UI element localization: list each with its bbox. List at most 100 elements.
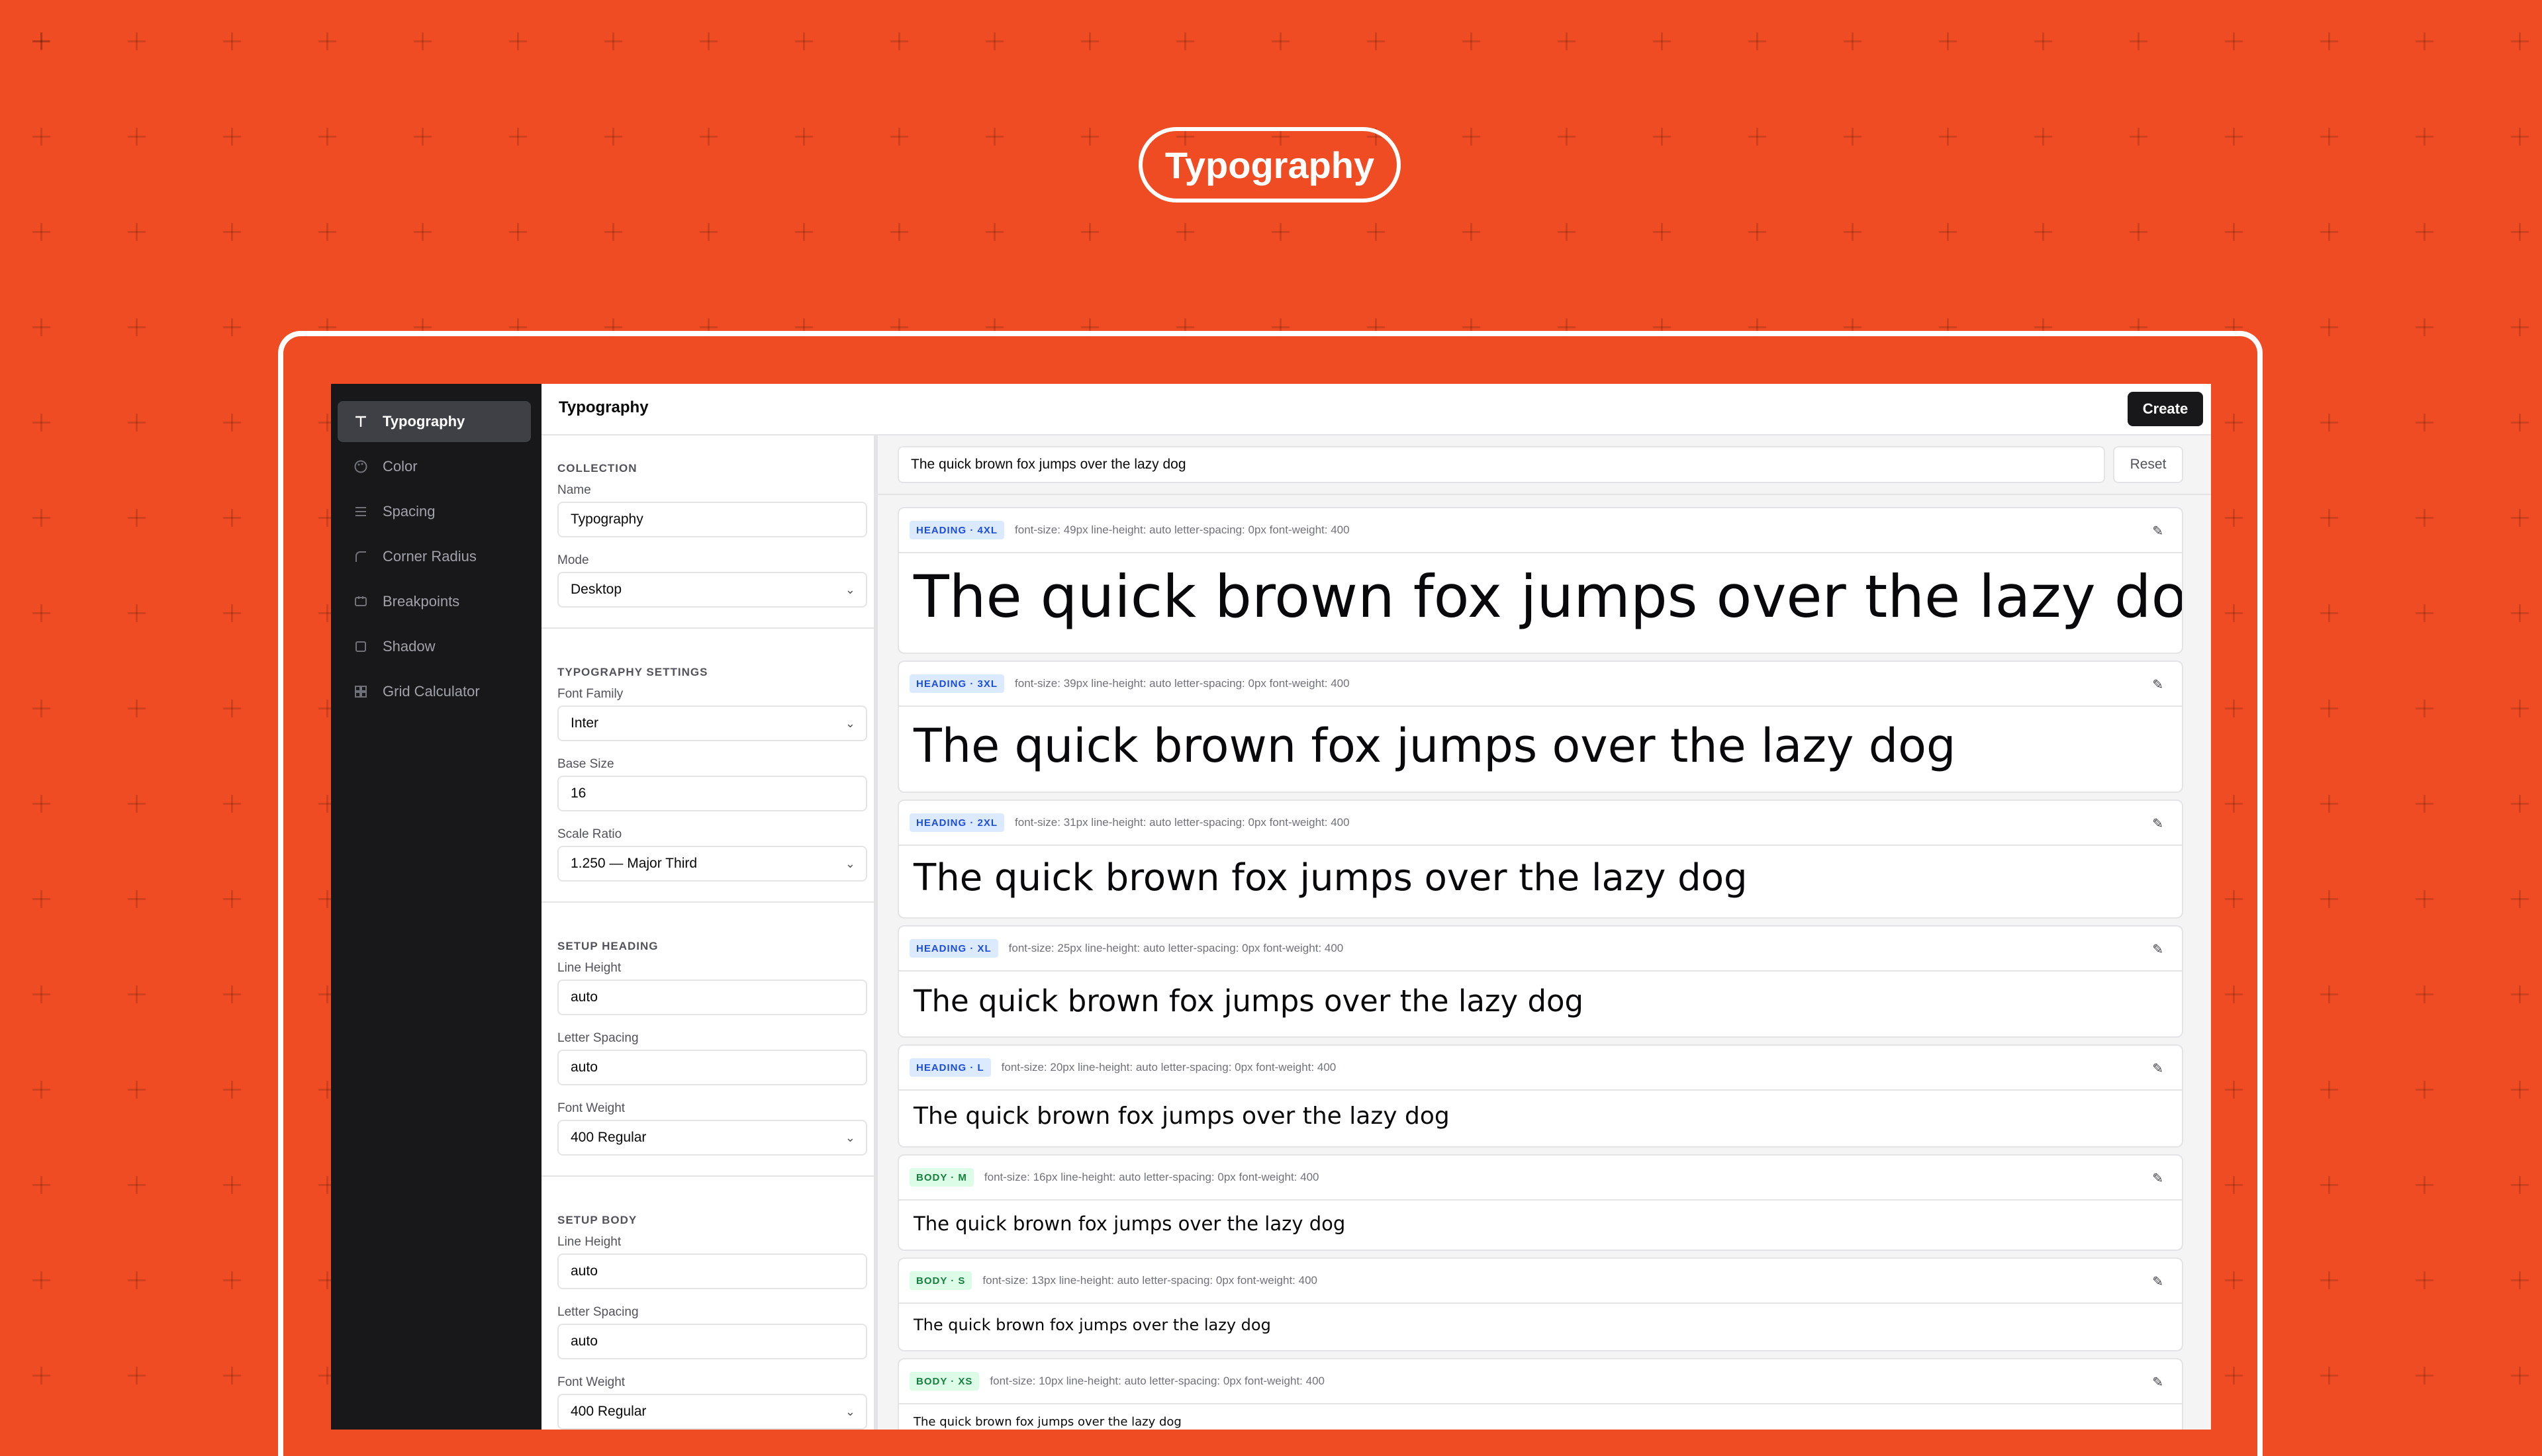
card-header: BODY · XS font-size: 10px line-height: a… — [899, 1359, 2182, 1404]
style-meta: font-size: 31px line-height: auto letter… — [1015, 816, 1350, 829]
sample-preview: The quick brown fox jumps over the lazy … — [914, 563, 2183, 631]
style-badge: BODY · M — [910, 1168, 974, 1187]
sample-preview: The quick brown fox jumps over the lazy … — [914, 1415, 1182, 1429]
card-header: HEADING · XL font-size: 25px line-height… — [899, 927, 2182, 972]
corner-radius-icon — [352, 548, 369, 565]
heading-line-height-field[interactable]: auto — [557, 979, 867, 1015]
style-badge: HEADING · 2XL — [910, 813, 1005, 832]
divider — [541, 627, 874, 629]
body-letter-spacing-value: auto — [571, 1334, 598, 1349]
reset-button[interactable]: Reset — [2113, 446, 2183, 483]
pencil-icon[interactable]: ✎ — [2152, 1273, 2163, 1290]
card-header: HEADING · 3XL font-size: 39px line-heigh… — [899, 662, 2182, 707]
name-value: Typography — [571, 512, 643, 527]
type-card-body-s: BODY · S font-size: 13px line-height: au… — [898, 1257, 2183, 1351]
style-badge: HEADING · XL — [910, 939, 998, 958]
style-badge: HEADING · 4XL — [910, 521, 1005, 539]
type-card-body-m: BODY · M font-size: 16px line-height: au… — [898, 1154, 2183, 1251]
sample-text-value: The quick brown fox jumps over the lazy … — [911, 457, 1186, 472]
base-size-value: 16 — [571, 786, 587, 801]
sidebar-item-grid-calculator[interactable]: Grid Calculator — [338, 671, 531, 712]
spacing-icon — [352, 503, 369, 520]
type-card-heading-xl: HEADING · XL font-size: 25px line-height… — [898, 925, 2183, 1038]
sidebar-item-label: Breakpoints — [383, 593, 460, 610]
sample-preview: The quick brown fox jumps over the lazy … — [914, 983, 1584, 1019]
scale-ratio-value: 1.250 — Major Third — [571, 856, 698, 871]
style-meta: font-size: 16px line-height: auto letter… — [984, 1171, 1319, 1183]
heading-line-height-label: Line Height — [557, 961, 622, 975]
heading-font-weight-value: 400 Regular — [571, 1130, 647, 1145]
pencil-icon[interactable]: ✎ — [2152, 1374, 2163, 1390]
card-header: HEADING · 4XL font-size: 49px line-heigh… — [899, 508, 2182, 553]
create-button[interactable]: Create — [2128, 392, 2203, 426]
font-family-label: Font Family — [557, 687, 624, 701]
section-title-typography-settings: TYPOGRAPHY SETTINGS — [557, 666, 708, 678]
body-letter-spacing-field[interactable]: auto — [557, 1324, 867, 1359]
card-header: BODY · M font-size: 16px line-height: au… — [899, 1156, 2182, 1201]
sidebar-item-spacing[interactable]: Spacing — [338, 491, 531, 532]
mode-label: Mode — [557, 553, 589, 567]
style-meta: font-size: 20px line-height: auto letter… — [1001, 1061, 1337, 1073]
sample-preview: The quick brown fox jumps over the lazy … — [914, 1316, 1271, 1334]
breakpoints-icon — [352, 593, 369, 610]
body-line-height-field[interactable]: auto — [557, 1253, 867, 1289]
sample-preview: The quick brown fox jumps over the lazy … — [914, 1212, 1346, 1235]
settings-panel: COLLECTION Name Typography Mode Desktop ⌄… — [541, 435, 878, 1430]
scale-ratio-select[interactable]: 1.250 — Major Third ⌄ — [557, 846, 867, 882]
body-line-height-label: Line Height — [557, 1235, 622, 1249]
heading-line-height-value: auto — [571, 989, 598, 1005]
section-title-setup-body: SETUP BODY — [557, 1214, 637, 1226]
sample-text-input[interactable]: The quick brown fox jumps over the lazy … — [898, 446, 2105, 483]
sidebar-item-color[interactable]: Color — [338, 446, 531, 487]
body-font-weight-value: 400 Regular — [571, 1404, 647, 1419]
pencil-icon[interactable]: ✎ — [2152, 1060, 2163, 1077]
name-field[interactable]: Typography — [557, 502, 867, 537]
sidebar-item-typography[interactable]: Typography — [338, 401, 531, 442]
type-card-heading-4xl: HEADING · 4XL font-size: 49px line-heigh… — [898, 507, 2183, 654]
app-window: Typography Color Spacing Corner Radius B… — [331, 384, 2211, 1430]
sidebar-item-label: Typography — [383, 413, 465, 430]
grid-icon — [352, 683, 369, 700]
sidebar-item-shadow[interactable]: Shadow — [338, 626, 531, 667]
base-size-field[interactable]: 16 — [557, 776, 867, 811]
mode-select[interactable]: Desktop ⌄ — [557, 572, 867, 608]
card-header: HEADING · 2XL font-size: 31px line-heigh… — [899, 801, 2182, 846]
type-icon — [352, 413, 369, 430]
body-letter-spacing-label: Letter Spacing — [557, 1305, 639, 1319]
divider — [878, 494, 2211, 495]
style-meta: font-size: 13px line-height: auto letter… — [982, 1274, 1317, 1287]
type-card-heading-3xl: HEADING · 3XL font-size: 39px line-heigh… — [898, 660, 2183, 793]
pencil-icon[interactable]: ✎ — [2152, 1170, 2163, 1187]
preview-panel: The quick brown fox jumps over the lazy … — [878, 435, 2211, 1430]
style-meta: font-size: 25px line-height: auto letter… — [1008, 942, 1344, 954]
style-badge: HEADING · L — [910, 1058, 991, 1077]
style-meta: font-size: 39px line-height: auto letter… — [1015, 677, 1350, 690]
shadow-icon — [352, 638, 369, 655]
sidebar-item-label: Shadow — [383, 638, 436, 655]
heading-letter-spacing-label: Letter Spacing — [557, 1031, 639, 1045]
mode-value: Desktop — [571, 582, 622, 597]
pencil-icon[interactable]: ✎ — [2152, 523, 2163, 539]
heading-font-weight-label: Font Weight — [557, 1101, 626, 1115]
pencil-icon[interactable]: ✎ — [2152, 941, 2163, 958]
hero-title: Typography — [1139, 127, 1401, 203]
chevron-down-icon: ⌄ — [845, 1131, 855, 1144]
font-family-select[interactable]: Inter ⌄ — [557, 705, 867, 741]
sample-preview: The quick brown fox jumps over the lazy … — [914, 1103, 1450, 1130]
divider — [541, 1175, 874, 1177]
body-font-weight-label: Font Weight — [557, 1375, 626, 1389]
sidebar-item-breakpoints[interactable]: Breakpoints — [338, 581, 531, 622]
base-size-label: Base Size — [557, 757, 614, 771]
style-meta: font-size: 10px line-height: auto letter… — [990, 1375, 1325, 1387]
sidebar-item-label: Corner Radius — [383, 548, 477, 565]
page-title: Typography — [559, 398, 649, 416]
scale-ratio-label: Scale Ratio — [557, 827, 622, 841]
pencil-icon[interactable]: ✎ — [2152, 676, 2163, 693]
heading-font-weight-select[interactable]: 400 Regular ⌄ — [557, 1120, 867, 1156]
pencil-icon[interactable]: ✎ — [2152, 815, 2163, 832]
sample-preview: The quick brown fox jumps over the lazy … — [914, 719, 1956, 773]
sidebar-item-corner-radius[interactable]: Corner Radius — [338, 536, 531, 577]
chevron-down-icon: ⌄ — [845, 857, 855, 870]
heading-letter-spacing-field[interactable]: auto — [557, 1050, 867, 1085]
body-font-weight-select[interactable]: 400 Regular ⌄ — [557, 1394, 867, 1430]
